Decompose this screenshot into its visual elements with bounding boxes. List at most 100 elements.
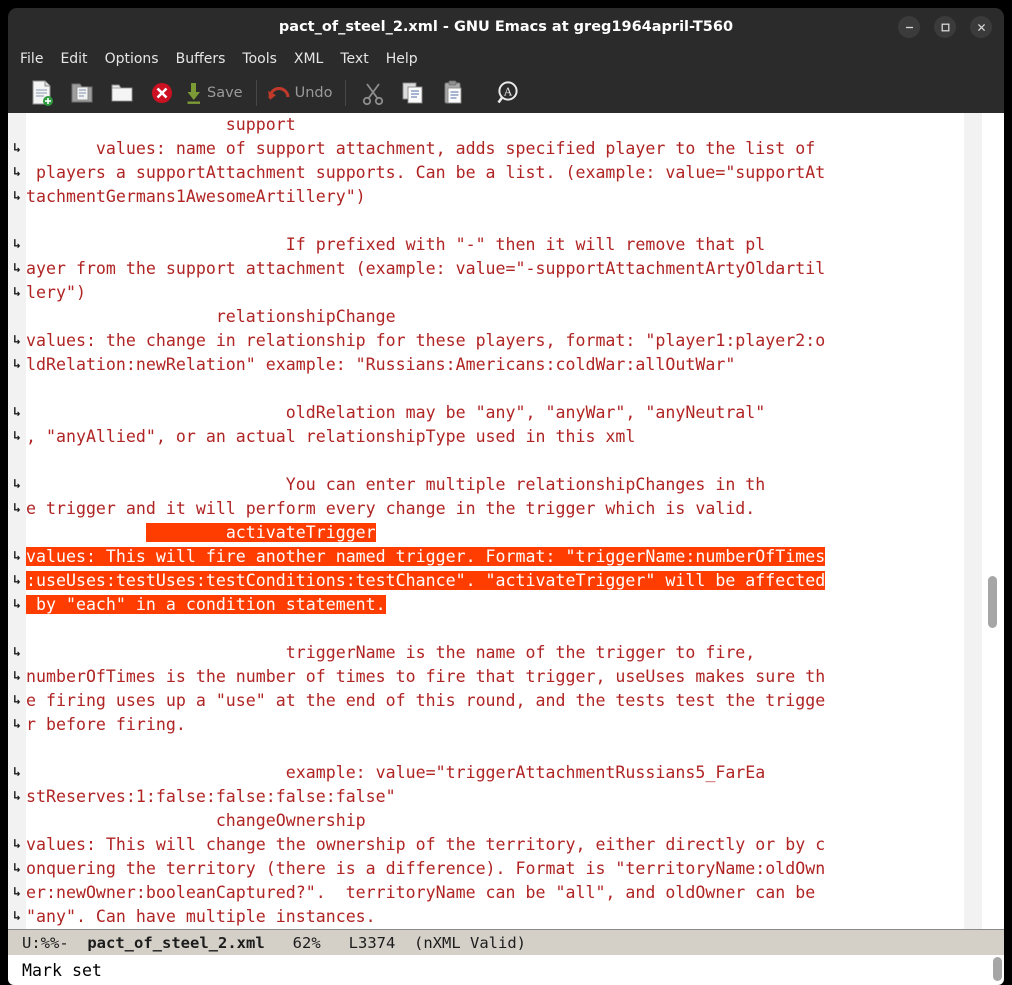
buffer-lines[interactable]: support ↳ values: name of support attachm… <box>13 113 999 929</box>
buffer-line[interactable]: e trigger and it will perform every chan… <box>26 497 986 521</box>
buffer-line[interactable]: oldRelation may be "any", "anyWar", "any… <box>26 401 986 425</box>
modeline-percent: 62% <box>292 933 321 952</box>
undo-button-label: Undo <box>294 85 333 101</box>
vertical-scrollbar[interactable] <box>982 113 1004 929</box>
modeline-spacer-2 <box>265 934 293 952</box>
menu-text[interactable]: Text <box>340 51 368 67</box>
buffer-text-area[interactable]: support ↳ values: name of support attachm… <box>8 113 1004 929</box>
new-file-icon <box>32 80 53 106</box>
continuation-left-icon: ↳ <box>13 693 21 708</box>
buffer-line[interactable]: tachmentGermans1AwesomeArtillery") <box>26 185 986 209</box>
menu-options[interactable]: Options <box>105 51 159 67</box>
buffer-line[interactable]: You can enter multiple relationshipChang… <box>26 473 986 497</box>
menu-file[interactable]: File <box>20 51 43 67</box>
buffer-line[interactable]: players a supportAttachment supports. Ca… <box>26 161 986 185</box>
toolbar-separator-1 <box>255 80 257 106</box>
line-text: stReserves:1:false:false:false:false" <box>26 787 396 806</box>
buffer-line[interactable]: If prefixed with "-" then it will remove… <box>26 233 986 257</box>
modeline-buffer-name[interactable]: pact_of_steel_2.xml <box>87 934 264 952</box>
modeline-major-mode[interactable]: (nXML Valid) <box>414 934 526 952</box>
buffer-line[interactable]: ayer from the support attachment (exampl… <box>26 257 986 281</box>
close-icon <box>977 23 985 31</box>
copy-button[interactable] <box>393 76 433 110</box>
buffer-line[interactable]: stReserves:1:false:false:false:false" <box>26 785 986 809</box>
buffer-line[interactable] <box>26 737 986 761</box>
buffer-line[interactable]: values: the change in relationship for t… <box>26 329 986 353</box>
line-text: onquering the territory (there is a diff… <box>26 859 826 878</box>
minimize-button[interactable] <box>898 16 920 38</box>
minibuffer[interactable]: Mark set <box>8 955 1004 985</box>
continuation-left-icon: ↳ <box>13 573 21 588</box>
continuation-left-icon: ↳ <box>13 597 21 612</box>
line-text: changeOwnership <box>26 811 366 830</box>
buffer-line[interactable]: ldRelation:newRelation" example: "Russia… <box>26 353 986 377</box>
new-file-button[interactable] <box>22 76 62 110</box>
dired-button[interactable] <box>102 76 142 110</box>
menu-buffers[interactable]: Buffers <box>176 51 226 67</box>
buffer-line[interactable]: values: This will change the ownership o… <box>26 833 986 857</box>
continuation-left-icon: ↳ <box>13 405 21 420</box>
buffer-line[interactable]: e firing uses up a "use" at the end of t… <box>26 689 986 713</box>
continuation-left-icon: ↳ <box>13 549 21 564</box>
buffer-line[interactable]: by "each" in a condition statement. <box>26 593 986 617</box>
menu-xml[interactable]: XML <box>294 51 323 67</box>
buffer-line[interactable]: , "anyAllied", or an actual relationship… <box>26 425 986 449</box>
continuation-left-icon: ↳ <box>13 189 21 204</box>
continuation-left-icon: ↳ <box>13 333 21 348</box>
tool-bar: Save Undo A <box>8 73 1004 113</box>
modeline-spacer-1 <box>69 934 88 952</box>
maximize-button[interactable] <box>934 16 956 38</box>
buffer-line[interactable]: activateTrigger <box>26 521 986 545</box>
continuation-left-icon: ↳ <box>13 645 21 660</box>
open-file-button[interactable] <box>62 76 102 110</box>
modeline-flags: U:%%- <box>22 933 69 952</box>
buffer-line[interactable]: values: name of support attachment, adds… <box>26 137 986 161</box>
minibuffer-scrollbar[interactable] <box>993 957 1002 981</box>
continuation-left-icon: ↳ <box>13 477 21 492</box>
buffer-line[interactable] <box>26 209 986 233</box>
buffer-line[interactable]: relationshipChange <box>26 305 986 329</box>
buffer-line[interactable]: example: value="triggerAttachmentRussian… <box>26 761 986 785</box>
buffer-line[interactable]: support <box>26 113 986 137</box>
close-buffer-button[interactable] <box>142 76 182 110</box>
buffer-line[interactable]: r before firing. <box>26 713 986 737</box>
buffer-line[interactable] <box>26 617 986 641</box>
line-text: tachmentGermans1AwesomeArtillery") <box>26 187 366 206</box>
buffer-line[interactable]: lery") <box>26 281 986 305</box>
close-button[interactable] <box>970 16 992 38</box>
buffer-line[interactable]: onquering the territory (there is a diff… <box>26 857 986 881</box>
line-text: If prefixed with "-" then it will remove… <box>26 235 766 254</box>
modeline-spacer-4 <box>395 934 414 952</box>
buffer-line[interactable]: :useUses:testUses:testConditions:testCha… <box>26 569 986 593</box>
continuation-left-icon: ↳ <box>13 669 21 684</box>
line-text: "any". Can have multiple instances. <box>26 907 376 926</box>
buffer-line[interactable]: "any". Can have multiple instances. <box>26 905 986 929</box>
continuation-left-icon: ↳ <box>13 837 21 852</box>
undo-button[interactable]: Undo <box>264 79 339 107</box>
menu-edit[interactable]: Edit <box>60 51 87 67</box>
line-text: example: value="triggerAttachmentRussian… <box>26 763 766 782</box>
line-text: , "anyAllied", or an actual relationship… <box>26 427 636 446</box>
continuation-left-icon: ↳ <box>13 885 21 900</box>
menu-tools[interactable]: Tools <box>242 51 277 67</box>
menu-help[interactable]: Help <box>386 51 418 67</box>
scrollbar-thumb[interactable] <box>988 576 997 628</box>
buffer-line[interactable] <box>26 377 986 401</box>
buffer-line[interactable]: numberOfTimes is the number of times to … <box>26 665 986 689</box>
search-button[interactable]: A <box>488 76 528 110</box>
save-button[interactable]: Save <box>182 79 249 107</box>
selected-text: values: This will fire another named tri… <box>26 547 826 566</box>
save-button-label: Save <box>207 85 243 101</box>
line-text: values: This will change the ownership o… <box>26 835 826 854</box>
buffer-line[interactable]: values: This will fire another named tri… <box>26 545 986 569</box>
continuation-left-icon: ↳ <box>13 429 21 444</box>
paste-button[interactable] <box>433 76 473 110</box>
buffer-line[interactable]: triggerName is the name of the trigger t… <box>26 641 986 665</box>
paste-icon <box>445 80 462 104</box>
buffer-line[interactable]: changeOwnership <box>26 809 986 833</box>
buffer-line[interactable] <box>26 449 986 473</box>
line-text: relationshipChange <box>26 307 396 326</box>
cut-button[interactable] <box>353 76 393 110</box>
line-text <box>26 523 146 542</box>
buffer-line[interactable]: er:newOwner:booleanCaptured?". territory… <box>26 881 986 905</box>
